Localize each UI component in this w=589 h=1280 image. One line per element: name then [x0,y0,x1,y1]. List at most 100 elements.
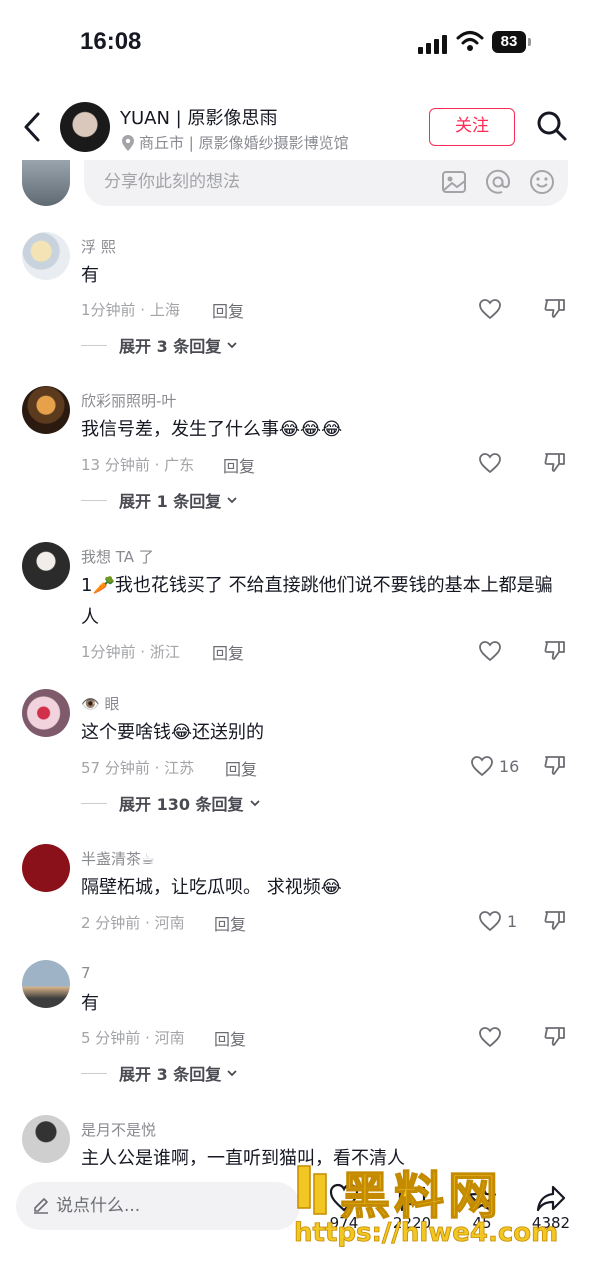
like-count: 1 [507,911,518,931]
commenter-avatar[interactable] [22,386,70,434]
dislike-icon[interactable] [543,753,567,777]
commenter-avatar[interactable] [22,232,70,280]
comment-text: 有 [81,993,99,1014]
expand-replies[interactable]: 展开 1 条回复 [81,488,239,512]
like-count: 974 [329,1214,359,1232]
heart-icon [479,911,501,932]
my-avatar [22,160,70,206]
expand-replies-label: 展开 1 条回复 [119,492,222,511]
chevron-down-icon [227,1070,237,1077]
comment-item: 👁️ 眼 这个要啥钱😂还送别的 57 分钟前 · 江苏 回复 16 展开 130… [0,689,589,819]
reply-button[interactable]: 回复 [212,298,244,322]
commenter-name[interactable]: 浮 熙 [81,236,116,257]
like-button[interactable] [478,1024,518,1050]
comment-item: 我想 TA 了 1🥕我也花钱买了 不给直接跳他们说不要钱的基本上都是骗人 1分钟… [0,542,589,672]
comment-text: 1🥕我也花钱买了 不给直接跳他们说不要钱的基本上都是骗人 [81,575,553,628]
commenter-name[interactable]: 👁️ 眼 [81,693,119,714]
reply-button[interactable]: 回复 [214,1026,246,1050]
heart-icon [329,1183,359,1212]
dislike-icon[interactable] [543,908,567,932]
comment-input[interactable]: 说点什么... [16,1182,300,1230]
commenter-avatar[interactable] [22,689,70,737]
commenter-avatar[interactable] [22,960,70,1008]
expand-replies[interactable]: 展开 3 条回复 [81,1061,239,1085]
expand-replies[interactable]: 展开 3 条回复 [81,333,239,357]
comment-meta: 2 分钟前 · 河南 [81,914,185,932]
heart-icon [479,299,501,320]
comment-action[interactable]: 2220 [390,1182,434,1232]
comment-text: 隔壁柘城，让吃瓜呗。 求视频😂 [81,877,342,898]
location-label: 商丘市 | 原影像婚纱摄影博览馆 [139,134,349,152]
comment-meta: 57 分钟前 · 江苏 [81,759,195,777]
heart-icon [479,1027,501,1048]
commenter-name[interactable]: 半盏清茶☕ [81,848,154,869]
search-icon[interactable] [536,110,568,142]
comment-input-placeholder: 说点什么... [56,1196,141,1216]
commenter-avatar[interactable] [22,542,70,590]
commenter-name[interactable]: 是月不是悦 [81,1119,156,1140]
share-action[interactable]: 4382 [528,1182,574,1232]
comment-count: 2220 [392,1214,432,1232]
comment-meta: 1分钟前 · 上海 [81,301,180,319]
chevron-down-icon [249,800,260,807]
expand-replies[interactable]: 展开 130 条回复 [81,791,262,815]
comment-bubble-icon [398,1186,426,1212]
follow-button[interactable]: 关注 [429,108,515,146]
share-count: 4382 [531,1214,571,1232]
signal-icon [418,35,447,54]
reply-button[interactable]: 回复 [223,453,255,477]
commenter-name[interactable]: 欣彩丽照明-叶 [81,390,176,411]
favorite-action[interactable]: 45 [462,1182,502,1232]
battery-icon: 83 [492,31,531,53]
like-button[interactable] [478,450,518,476]
heart-icon [479,641,501,662]
status-time: 16:08 [80,28,142,55]
location-pin-icon [122,134,134,151]
commenter-avatar[interactable] [22,844,70,892]
bottom-action-bar: 说点什么... 974 2220 45 4382 [0,1170,589,1280]
pen-icon [34,1198,48,1214]
reply-button[interactable]: 回复 [214,911,246,935]
comment-meta: 5 分钟前 · 河南 [81,1029,185,1047]
dislike-icon[interactable] [543,296,567,320]
author-location[interactable]: 商丘市 | 原影像婚纱摄影博览馆 [122,132,349,153]
image-icon[interactable] [441,169,467,195]
reply-button[interactable]: 回复 [212,640,244,664]
author-name[interactable]: YUAN | 原影像思雨 [120,104,277,130]
star-icon [467,1183,497,1212]
comment-item: 7 有 5 分钟前 · 河南 回复 展开 3 条回复 [0,960,589,1090]
commenter-avatar[interactable] [22,1115,70,1163]
share-arrow-icon [536,1185,566,1212]
dislike-icon[interactable] [543,450,567,474]
back-arrow-icon[interactable] [18,110,48,144]
comment-meta: 1分钟前 · 浙江 [81,643,180,661]
mention-icon[interactable] [485,169,511,195]
chevron-down-icon [227,342,237,349]
dislike-icon[interactable] [543,1024,567,1048]
heart-icon [471,756,493,777]
heart-icon [479,453,501,474]
comment-item: 欣彩丽照明-叶 我信号差，发生了什么事😂😂😂 13 分钟前 · 广东 回复 展开… [0,386,589,516]
comment-item: 是月不是悦 主人公是谁啊，一直听到猫叫，看不清人 [0,1115,589,1175]
like-button[interactable]: 1 [478,908,528,934]
status-bar: 16:08 83 [0,0,589,88]
comment-text: 我信号差，发生了什么事😂😂😂 [81,419,343,440]
comment-text: 这个要啥钱😂还送别的 [81,722,265,743]
emoji-icon[interactable] [529,169,555,195]
comment-item: 半盏清茶☕ 隔壁柘城，让吃瓜呗。 求视频😂 2 分钟前 · 河南 回复 1 [0,844,589,944]
like-button[interactable] [478,296,518,322]
expand-replies-label: 展开 130 条回复 [119,795,244,814]
dislike-icon[interactable] [543,638,567,662]
like-action[interactable]: 974 [324,1182,364,1232]
expand-replies-label: 展开 3 条回复 [119,337,222,356]
like-button[interactable]: 16 [470,753,530,779]
like-button[interactable] [478,638,518,664]
expand-replies-label: 展开 3 条回复 [119,1065,222,1084]
commenter-name[interactable]: 7 [81,964,91,982]
comment-item: 浮 熙 有 1分钟前 · 上海 回复 展开 3 条回复 [0,232,589,362]
chevron-down-icon [227,497,237,504]
author-avatar[interactable] [60,102,110,152]
reply-button[interactable]: 回复 [225,756,257,780]
like-count: 16 [499,756,520,776]
commenter-name[interactable]: 我想 TA 了 [81,546,154,567]
